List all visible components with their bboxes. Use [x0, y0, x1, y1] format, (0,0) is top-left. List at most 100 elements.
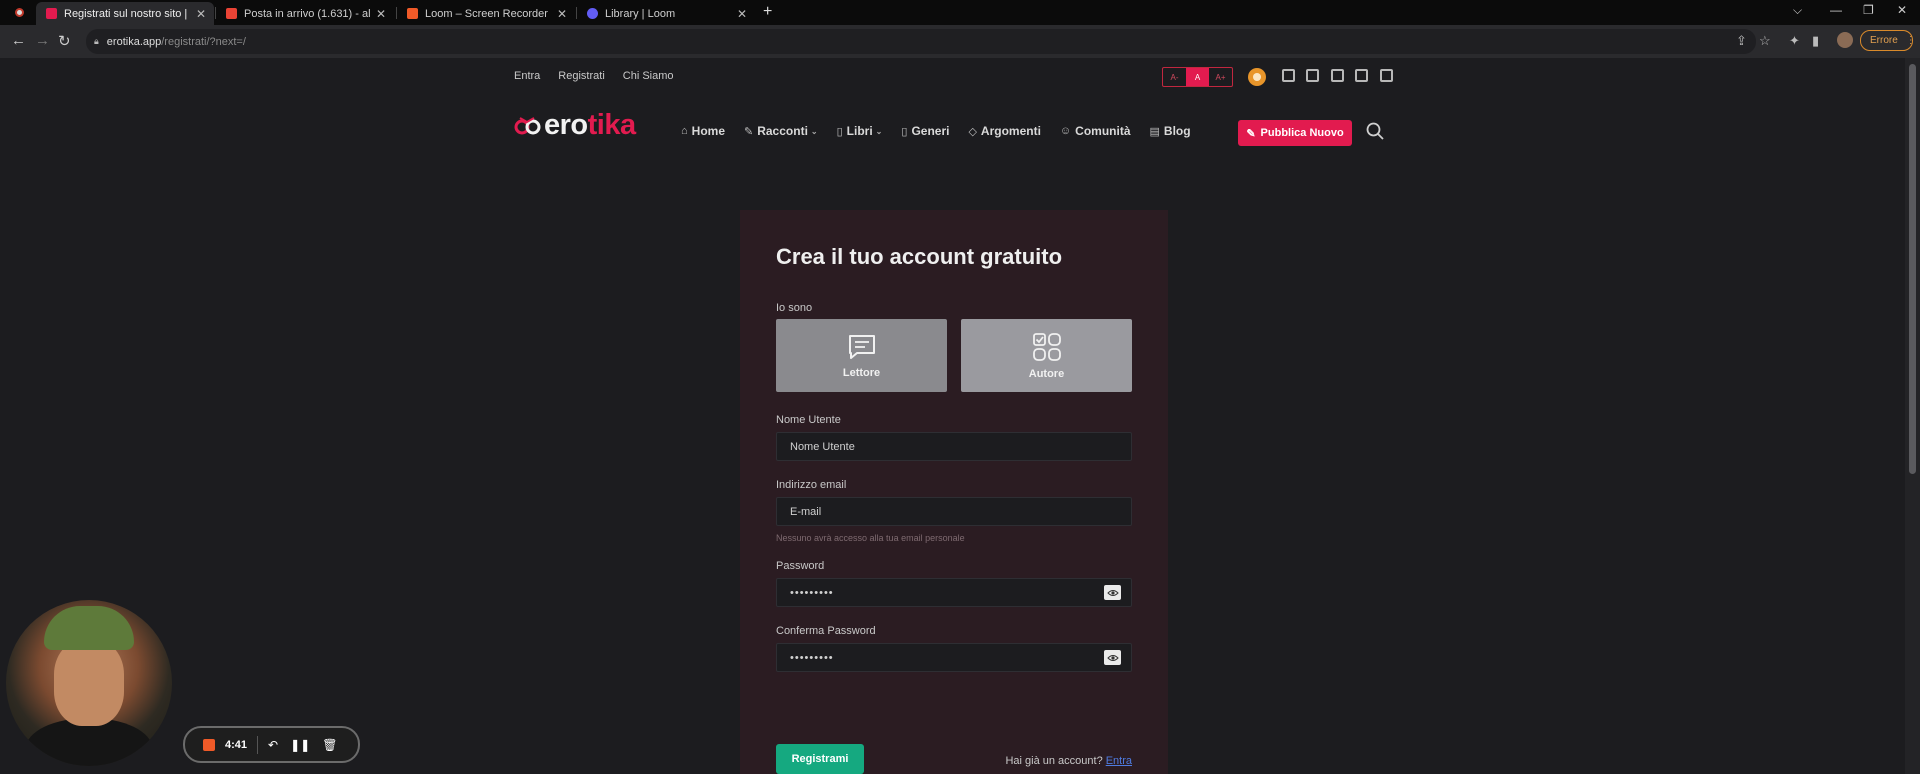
username-label: Nome Utente [776, 414, 841, 426]
browser-tab-erotika[interactable]: Registrati sul nostro sito | Erotika ✕ [36, 2, 214, 25]
email-input[interactable]: E-mail [776, 497, 1132, 526]
close-tab-icon[interactable]: ✕ [557, 7, 567, 21]
show-password-eye-icon[interactable] [1104, 585, 1121, 600]
site-logo[interactable]: ero tika [514, 108, 636, 141]
login-link[interactable]: Entra [1106, 755, 1132, 767]
recording-timer: 4:41 [225, 738, 248, 751]
gmail-favicon-icon [226, 8, 237, 19]
tab-search-icon[interactable]: ⌵ [1793, 3, 1802, 18]
pencil-icon: ✎ [1246, 127, 1256, 140]
pen-icon: ✎ [744, 125, 754, 138]
nav-item-comunita[interactable]: ☺ Comunità [1060, 124, 1131, 138]
font-size-increase-button[interactable]: A+ [1209, 68, 1232, 86]
nav-label: Argomenti [980, 124, 1041, 138]
close-tab-icon[interactable]: ✕ [737, 7, 747, 21]
nav-item-blog[interactable]: ▤ Blog [1150, 124, 1191, 138]
browser-tab-gmail[interactable]: Posta in arrivo (1.631) - alex.gam ✕ [216, 2, 394, 25]
email-hint: Nessuno avrà accesso alla tua email pers… [776, 533, 965, 543]
tab-title: Loom – Screen Recorder & Scree [425, 7, 551, 20]
address-bar[interactable]: 🔒︎ erotika.app/registrati/?next=/ [86, 29, 1756, 54]
browser-tab-loom[interactable]: Loom – Screen Recorder & Scree ✕ [397, 2, 575, 25]
error-label: Errore [1870, 35, 1898, 46]
restart-recording-icon[interactable]: ↶ [268, 738, 278, 752]
font-size-default-button[interactable]: A [1186, 68, 1209, 86]
loom-library-favicon-icon [587, 8, 598, 19]
stop-recording-icon[interactable] [203, 738, 215, 751]
close-window-icon[interactable]: ✕ [1897, 3, 1907, 17]
toplink-chi-siamo[interactable]: Chi Siamo [623, 70, 674, 82]
username-input[interactable]: Nome Utente [776, 432, 1132, 461]
loom-favicon-icon [407, 8, 418, 19]
password-input[interactable]: ••••••••• [776, 578, 1132, 607]
page-scrollbar[interactable] [1905, 58, 1920, 774]
confirm-password-input[interactable]: ••••••••• [776, 643, 1132, 672]
search-icon[interactable] [1366, 122, 1384, 140]
page-title: Crea il tuo account gratuito [776, 244, 1063, 269]
restore-icon[interactable]: ❐ [1863, 3, 1874, 17]
lock-icon: 🔒︎ [94, 36, 99, 46]
toplink-entra[interactable]: Entra [514, 70, 540, 82]
scrollbar-thumb[interactable] [1909, 64, 1916, 474]
back-arrow-icon[interactable]: ← [11, 32, 26, 49]
nav-item-home[interactable]: ⌂ Home [681, 124, 725, 138]
role-label-autore: Autore [1028, 367, 1065, 380]
login-prompt: Hai già un account? Entra [1005, 755, 1132, 767]
browser-tab-loom-library[interactable]: Library | Loom ✕ [577, 2, 755, 25]
chat-icon [848, 334, 875, 359]
toplink-registrati[interactable]: Registrati [558, 70, 604, 82]
nav-label: Libri [846, 124, 873, 138]
role-label-lettore: Lettore [842, 366, 881, 379]
confirm-password-label: Conferma Password [776, 625, 876, 637]
publish-new-button[interactable]: ✎ Pubblica Nuovo [1238, 120, 1352, 146]
twitter-icon[interactable] [1306, 69, 1319, 82]
reload-icon[interactable]: ↻ [58, 32, 71, 50]
minimize-icon[interactable]: — [1830, 3, 1842, 17]
font-size-decrease-button[interactable]: A- [1163, 68, 1186, 86]
close-tab-icon[interactable]: ✕ [196, 7, 206, 21]
email-label: Indirizzo email [776, 479, 847, 491]
register-button[interactable]: Registrami [776, 744, 864, 774]
top-links: Entra Registrati Chi Siamo [514, 70, 674, 82]
webcam-face [54, 640, 124, 726]
logo-text-accent: tika [587, 108, 636, 141]
nav-item-racconti[interactable]: ✎ Racconti ⌄ [744, 124, 818, 138]
extensions-puzzle-icon[interactable]: ✦ [1789, 33, 1800, 49]
share-icon[interactable]: ⇪ [1736, 33, 1747, 49]
password-value: ••••••••• [790, 586, 834, 599]
browser-tabstrip: Registrati sul nostro sito | Erotika ✕ P… [0, 0, 1920, 25]
publish-label: Pubblica Nuovo [1260, 127, 1344, 139]
nav-label: Home [691, 124, 725, 138]
facebook-icon[interactable] [1282, 69, 1295, 82]
registration-card: Crea il tuo account gratuito Io sono Let… [740, 210, 1168, 774]
tag-icon: ◇ [968, 125, 977, 138]
webcam-bubble[interactable] [6, 600, 172, 766]
role-option-autore[interactable]: Autore [961, 319, 1132, 392]
profile-avatar[interactable] [1837, 32, 1853, 48]
home-icon: ⌂ [681, 125, 688, 137]
new-tab-button[interactable]: + [763, 3, 772, 21]
tab-title: Posta in arrivo (1.631) - alex.gam [244, 7, 370, 20]
pause-icon[interactable]: ❚❚ [290, 738, 310, 752]
error-status-pill[interactable]: Errore ⋮ [1860, 30, 1916, 51]
browser-toolbar: ← → ↻ 🔒︎ erotika.app/registrati/?next=/ … [0, 25, 1920, 58]
linkedin-icon[interactable] [1331, 69, 1344, 82]
page: Entra Registrati Chi Siamo A- A A+ ero ti… [0, 58, 1905, 774]
nav-label: Generi [911, 124, 950, 138]
users-icon: ☺ [1059, 125, 1072, 137]
forward-arrow-icon[interactable]: → [35, 32, 50, 49]
nav-item-generi[interactable]: ▯ Generi [901, 124, 949, 138]
youtube-icon[interactable] [1355, 69, 1368, 82]
trash-icon[interactable]: 🗑︎ [322, 738, 337, 752]
theme-toggle-icon[interactable] [1248, 68, 1266, 86]
close-tab-icon[interactable]: ✕ [376, 7, 386, 21]
side-panel-icon[interactable]: ▮ [1812, 33, 1819, 49]
vimeo-icon[interactable] [1380, 69, 1393, 82]
book-icon: ▯ [836, 125, 843, 138]
role-option-lettore[interactable]: Lettore [776, 319, 947, 392]
show-confirm-password-eye-icon[interactable] [1104, 650, 1121, 665]
nav-item-argomenti[interactable]: ◇ Argomenti [968, 124, 1040, 138]
nav-item-libri[interactable]: ▯ Libri ⌄ [837, 124, 883, 138]
erotika-favicon-icon [46, 8, 57, 19]
bookmark-star-icon[interactable]: ☆ [1759, 33, 1771, 49]
recording-indicator-icon [15, 8, 24, 17]
